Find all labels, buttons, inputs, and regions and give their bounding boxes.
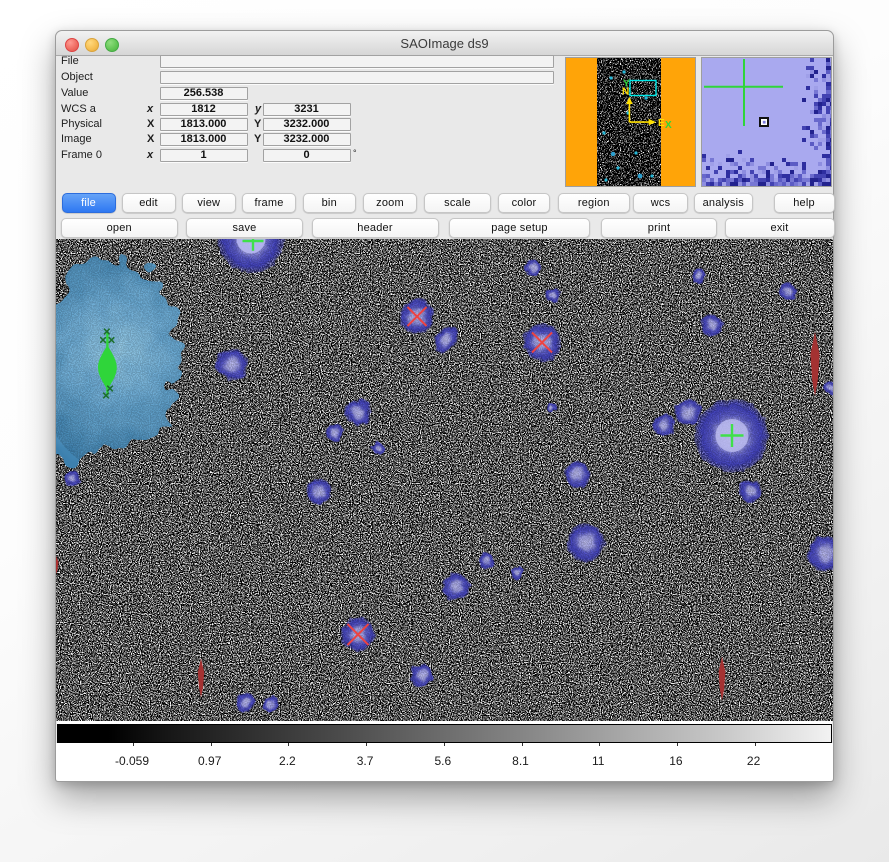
svg-text:Y: Y	[623, 78, 630, 89]
svg-text:E: E	[658, 118, 665, 129]
svg-text:X: X	[665, 120, 672, 131]
